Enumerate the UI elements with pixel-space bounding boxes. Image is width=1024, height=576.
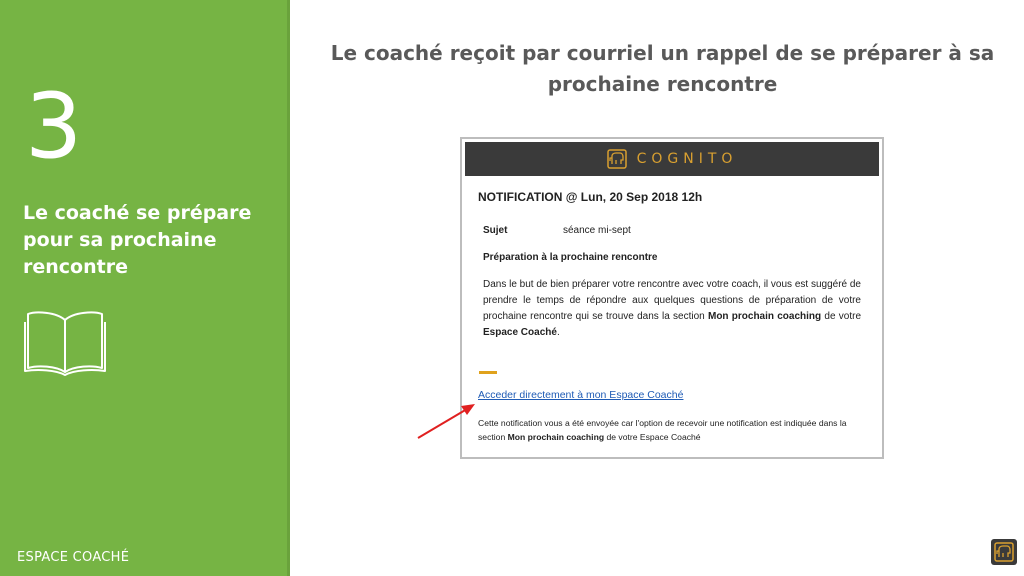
subject-value: séance mi-sept <box>563 225 631 236</box>
step-title: Le coaché se prépare pour sa prochaine r… <box>23 202 252 278</box>
espace-coache-link[interactable]: Acceder directement à mon Espace Coaché <box>478 389 683 401</box>
sidebar-panel: 3 Le coaché se prépare pour sa prochaine… <box>0 0 290 576</box>
body-text-part: de votre <box>821 311 861 322</box>
email-header: COGNITO <box>465 142 879 176</box>
subject-row: Sujet séance mi-sept <box>483 225 631 236</box>
cognito-logo-icon <box>991 539 1017 565</box>
notification-title: NOTIFICATION @ Lun, 20 Sep 2018 12h <box>478 190 703 204</box>
body-section-name: Mon prochain coaching <box>707 311 822 322</box>
note-text-part: de votre Espace Coaché <box>604 432 701 442</box>
brand-name: COGNITO <box>636 151 738 167</box>
footer-label: ESPACE COACHÉ <box>17 550 130 565</box>
elephant-logo-icon <box>606 149 627 169</box>
email-preview: COGNITO NOTIFICATION @ Lun, 20 Sep 2018 … <box>460 137 884 459</box>
page-title: Le coaché reçoit par courriel un rappel … <box>330 41 995 96</box>
email-body: Dans le but de bien préparer votre renco… <box>483 277 861 341</box>
body-space-name: Espace Coaché <box>483 327 557 338</box>
note-section-name: Mon prochain coaching <box>507 432 605 442</box>
notification-footnote: Cette notification vous a été envoyée ca… <box>478 416 863 444</box>
preparation-title: Préparation à la prochaine rencontre <box>483 252 658 263</box>
open-book-icon <box>24 311 106 376</box>
subject-label: Sujet <box>483 225 508 236</box>
body-text-part: . <box>556 327 560 338</box>
step-number: 3 <box>25 74 83 179</box>
accent-divider <box>479 371 497 374</box>
red-arrow-icon <box>417 404 475 439</box>
